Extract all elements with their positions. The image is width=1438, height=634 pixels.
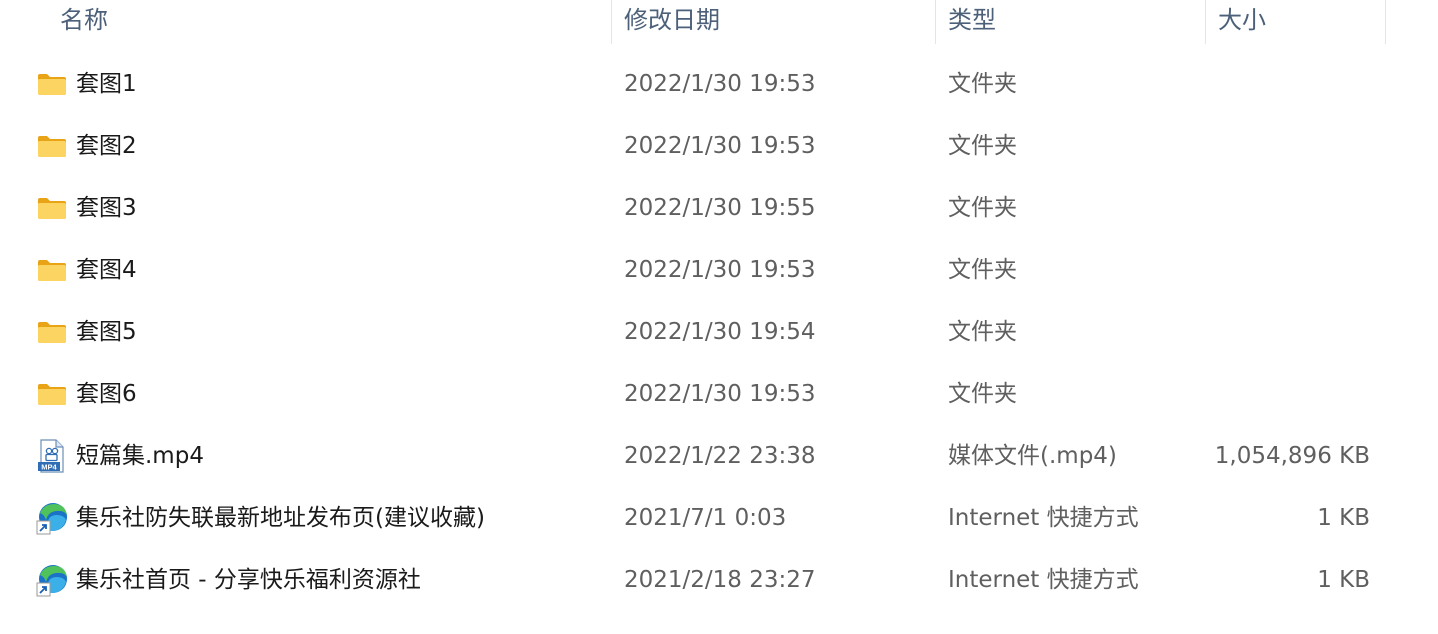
column-divider[interactable] bbox=[1385, 0, 1386, 44]
file-size: 1 KB bbox=[1317, 567, 1370, 593]
file-row[interactable]: 套图3 2022/1/30 19:55 文件夹 bbox=[0, 177, 1438, 239]
column-header-bar: 名称 修改日期 类型 大小 bbox=[0, 0, 1438, 44]
column-header-type[interactable]: 类型 bbox=[936, 0, 1205, 44]
file-type: 文件夹 bbox=[948, 381, 1017, 407]
column-header-size[interactable]: 大小 bbox=[1206, 0, 1385, 44]
file-type: Internet 快捷方式 bbox=[948, 567, 1139, 593]
file-name: 短篇集.mp4 bbox=[76, 443, 204, 469]
file-row[interactable]: 套图2 2022/1/30 19:53 文件夹 bbox=[0, 115, 1438, 177]
file-size: 1 KB bbox=[1317, 505, 1370, 531]
file-date: 2022/1/30 19:55 bbox=[624, 195, 816, 221]
file-type: 媒体文件(.mp4) bbox=[948, 443, 1117, 469]
edge-shortcut-icon bbox=[36, 563, 68, 597]
folder-icon bbox=[36, 315, 68, 349]
folder-icon bbox=[36, 253, 68, 287]
file-date: 2022/1/22 23:38 bbox=[624, 443, 816, 469]
file-name: 套图3 bbox=[76, 195, 137, 221]
file-type: 文件夹 bbox=[948, 71, 1017, 97]
file-date: 2022/1/30 19:53 bbox=[624, 257, 816, 283]
file-row[interactable]: 套图5 2022/1/30 19:54 文件夹 bbox=[0, 301, 1438, 363]
folder-icon bbox=[36, 67, 68, 101]
mp4-file-icon: MP4 bbox=[36, 439, 68, 473]
file-row[interactable]: 套图6 2022/1/30 19:53 文件夹 bbox=[0, 363, 1438, 425]
file-size bbox=[1200, 53, 1370, 115]
file-type: 文件夹 bbox=[948, 195, 1017, 221]
file-size bbox=[1200, 115, 1370, 177]
file-row[interactable]: MP4 短篇集.mp4 2022/1/22 23:38 媒体文件(.mp4) 1… bbox=[0, 425, 1438, 487]
file-row[interactable]: 套图1 2022/1/30 19:53 文件夹 bbox=[0, 53, 1438, 115]
file-name: 套图5 bbox=[76, 319, 137, 345]
file-date: 2022/1/30 19:53 bbox=[624, 133, 816, 159]
file-row[interactable]: 集乐社防失联最新地址发布页(建议收藏) 2021/7/1 0:03 Intern… bbox=[0, 487, 1438, 549]
file-type: Internet 快捷方式 bbox=[948, 505, 1139, 531]
file-name: 套图6 bbox=[76, 381, 137, 407]
file-type: 文件夹 bbox=[948, 319, 1017, 345]
file-name: 套图1 bbox=[76, 71, 137, 97]
file-size bbox=[1200, 177, 1370, 239]
file-date: 2021/2/18 23:27 bbox=[624, 567, 816, 593]
file-date: 2021/7/1 0:03 bbox=[624, 505, 787, 531]
file-date: 2022/1/30 19:53 bbox=[624, 381, 816, 407]
file-row[interactable]: 集乐社首页 - 分享快乐福利资源社 2021/2/18 23:27 Intern… bbox=[0, 549, 1438, 611]
file-size bbox=[1200, 363, 1370, 425]
file-type: 文件夹 bbox=[948, 133, 1017, 159]
file-list-view: 名称 修改日期 类型 大小 套图1 2022/1/30 19:53 文件夹 套图… bbox=[0, 0, 1438, 634]
column-header-name[interactable]: 名称 bbox=[48, 0, 610, 44]
folder-icon bbox=[36, 129, 68, 163]
file-name: 集乐社首页 - 分享快乐福利资源社 bbox=[76, 567, 421, 593]
file-date: 2022/1/30 19:53 bbox=[624, 71, 816, 97]
file-name: 集乐社防失联最新地址发布页(建议收藏) bbox=[76, 505, 485, 531]
folder-icon bbox=[36, 377, 68, 411]
file-size: 1,054,896 KB bbox=[1214, 443, 1370, 469]
svg-text:MP4: MP4 bbox=[41, 463, 57, 472]
file-type: 文件夹 bbox=[948, 257, 1017, 283]
column-header-date[interactable]: 修改日期 bbox=[612, 0, 935, 44]
edge-shortcut-icon bbox=[36, 501, 68, 535]
folder-icon bbox=[36, 191, 68, 225]
file-name: 套图4 bbox=[76, 257, 137, 283]
file-size bbox=[1200, 239, 1370, 301]
file-name: 套图2 bbox=[76, 133, 137, 159]
file-size bbox=[1200, 301, 1370, 363]
file-row[interactable]: 套图4 2022/1/30 19:53 文件夹 bbox=[0, 239, 1438, 301]
file-date: 2022/1/30 19:54 bbox=[624, 319, 816, 345]
